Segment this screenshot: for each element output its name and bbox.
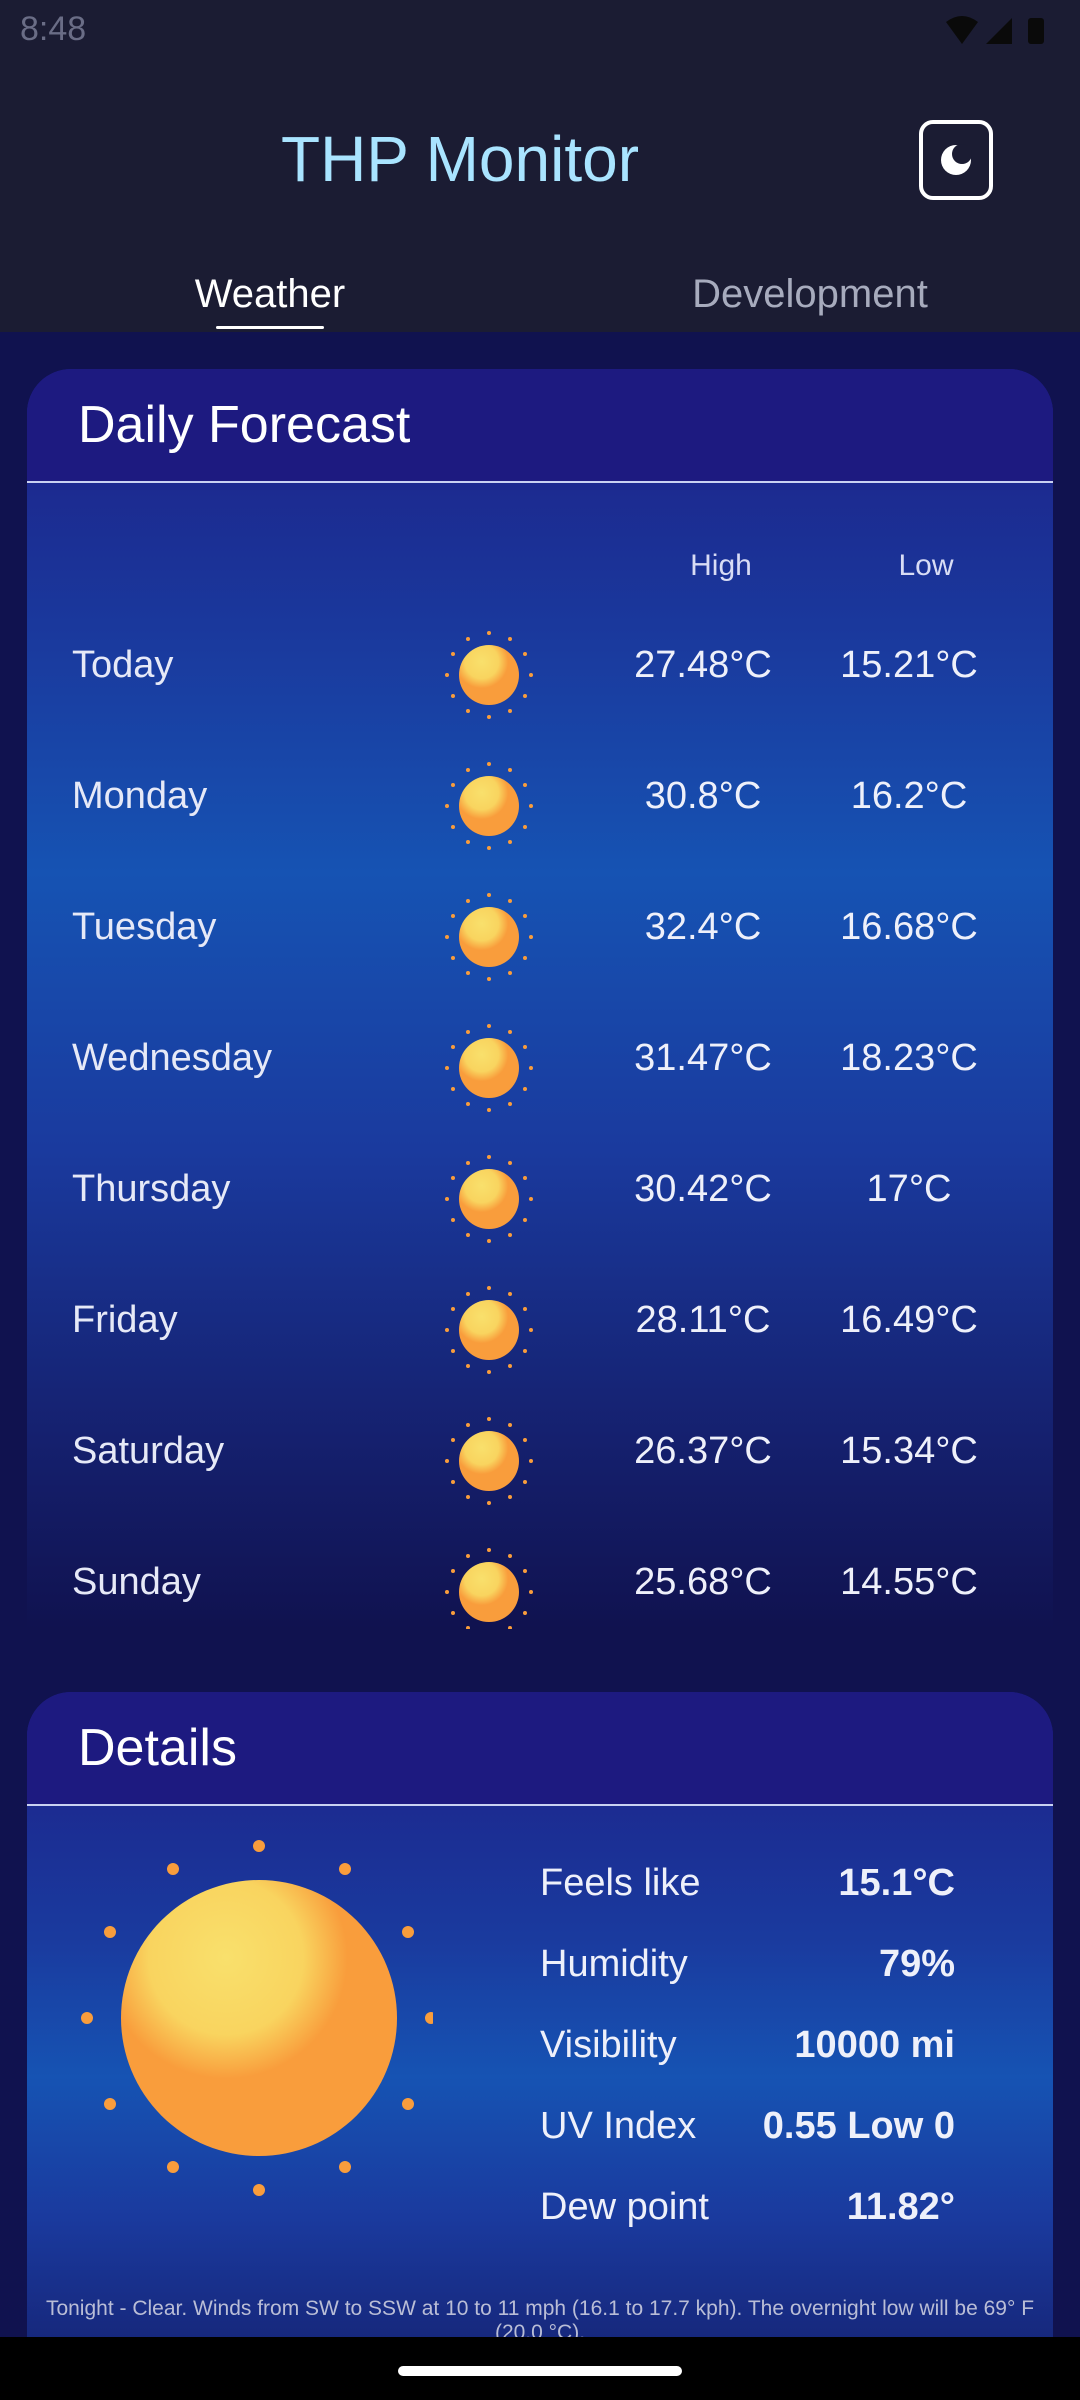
battery-icon (1028, 18, 1044, 44)
column-header-high: High (690, 549, 752, 582)
sun-icon (445, 1417, 533, 1505)
details-header: Details (27, 1692, 1053, 1806)
low-temp: 16.49°C (840, 1299, 978, 1341)
tab-development[interactable]: Development (540, 272, 1080, 317)
uv-index-value: 0.55 Low 0 (762, 2105, 955, 2147)
moon-icon (941, 144, 972, 175)
low-temp: 16.68°C (840, 906, 978, 948)
day-label: Tuesday (72, 906, 217, 948)
low-temp: 16.2°C (850, 775, 968, 817)
high-temp: 30.42°C (634, 1168, 772, 1210)
sun-icon (445, 893, 533, 981)
forecast-header: Daily Forecast (27, 369, 1053, 483)
high-temp: 28.11°C (635, 1299, 771, 1341)
home-gesture-handle[interactable] (398, 2366, 682, 2376)
low-temp: 14.55°C (840, 1561, 978, 1603)
sun-icon (445, 1548, 533, 1629)
high-temp: 30.8°C (644, 775, 762, 817)
forecast-title: Daily Forecast (78, 396, 411, 454)
details-title: Details (78, 1719, 237, 1777)
status-icons (940, 14, 1060, 53)
sun-icon (445, 1024, 533, 1112)
forecast-row-today: Today 27.48°C 15.21°C (27, 609, 1053, 740)
weather-content[interactable]: Daily Forecast High Low Today 27.48°C 15… (0, 332, 1080, 2337)
system-nav-bar (0, 2337, 1080, 2400)
day-label: Thursday (72, 1168, 231, 1210)
day-label: Monday (72, 775, 208, 817)
forecast-row-monday: Monday 30.8°C 16.2°C (27, 740, 1053, 871)
theme-toggle-button[interactable] (919, 120, 993, 200)
sun-icon (445, 1155, 533, 1243)
day-label: Wednesday (72, 1037, 272, 1079)
high-temp: 26.37°C (634, 1430, 772, 1472)
tab-weather[interactable]: Weather (0, 272, 540, 317)
humidity-label: Humidity (540, 1943, 688, 1985)
high-temp: 25.68°C (634, 1561, 772, 1603)
forecast-row-tuesday: Tuesday 32.4°C 16.68°C (27, 871, 1053, 1002)
humidity-value: 79% (878, 1943, 955, 1985)
high-temp: 32.4°C (644, 906, 762, 948)
forecast-row-wednesday: Wednesday 31.47°C 18.23°C (27, 1002, 1053, 1133)
feels-like-label: Feels like (540, 1862, 701, 1904)
low-temp: 15.21°C (840, 644, 978, 686)
app-bar: THP Monitor Weather Development (0, 62, 1080, 332)
low-temp: 18.23°C (840, 1037, 978, 1079)
forecast-row-friday: Friday 28.11°C 16.49°C (27, 1264, 1053, 1395)
high-temp: 31.47°C (634, 1037, 772, 1079)
app-title: THP Monitor (280, 123, 640, 195)
forecast-row-sunday: Sunday 25.68°C 14.55°C (27, 1526, 1053, 1629)
forecast-row-thursday: Thursday 30.42°C 17°C (27, 1133, 1053, 1264)
column-header-low: Low (898, 549, 954, 582)
day-label: Friday (72, 1299, 178, 1341)
large-sun-icon (81, 1840, 433, 2196)
uv-index-label: UV Index (540, 2105, 697, 2147)
day-label: Today (72, 644, 174, 686)
tab-indicator (216, 326, 324, 329)
low-temp: 17°C (866, 1168, 952, 1210)
forecast-row-saturday: Saturday 26.37°C 15.34°C (27, 1395, 1053, 1526)
feels-like-value: 15.1°C (838, 1862, 955, 1904)
visibility-value: 10000 mi (794, 2024, 955, 2066)
high-temp: 27.48°C (634, 644, 772, 686)
day-label: Sunday (72, 1561, 201, 1603)
wifi-icon (946, 16, 978, 44)
visibility-label: Visibility (540, 2024, 677, 2066)
dew-point-label: Dew point (540, 2186, 709, 2228)
dew-point-value: 11.82° (846, 2186, 955, 2228)
low-temp: 15.34°C (840, 1430, 978, 1472)
sun-icon (445, 631, 533, 719)
signal-icon (986, 18, 1012, 44)
status-time: 8:48 (20, 10, 87, 48)
daily-forecast-card: Daily Forecast High Low Today 27.48°C 15… (27, 369, 1053, 1629)
day-label: Saturday (72, 1430, 225, 1472)
sun-icon (445, 1286, 533, 1374)
sun-icon (445, 762, 533, 850)
status-bar: 8:48 (0, 0, 1080, 62)
